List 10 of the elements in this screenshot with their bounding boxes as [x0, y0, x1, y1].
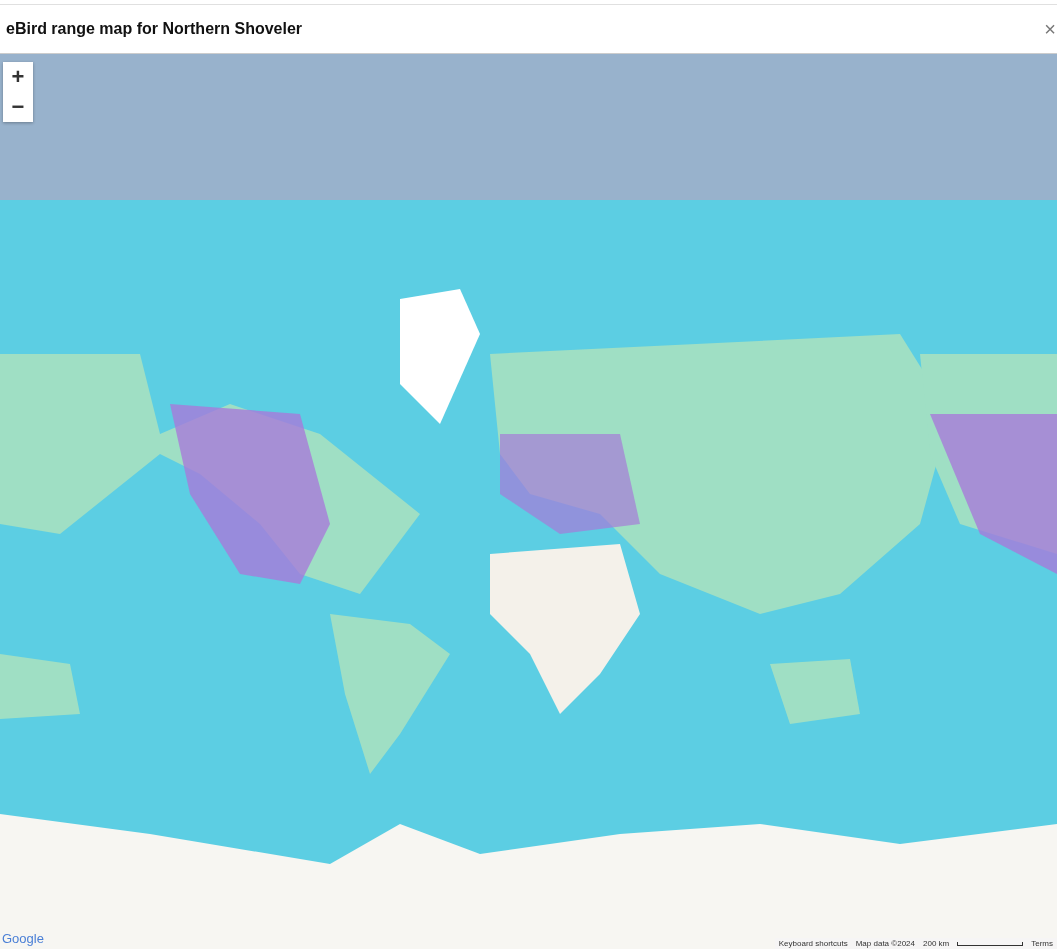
attribution-text: Map data ©2024: [855, 939, 915, 948]
scale-label: 200 km: [923, 939, 950, 948]
map-logo: Google: [2, 931, 44, 946]
dialog-title: eBird range map for Northern Shoveler: [6, 20, 303, 38]
close-button[interactable]: ×: [1043, 17, 1057, 41]
zoom-in-button[interactable]: +: [3, 62, 33, 92]
attribution-text: Keyboard shortcuts: [778, 939, 848, 948]
scale-bar: [957, 941, 1024, 946]
terms-link[interactable]: Terms: [1031, 939, 1053, 948]
zoom-out-button[interactable]: −: [3, 92, 33, 122]
